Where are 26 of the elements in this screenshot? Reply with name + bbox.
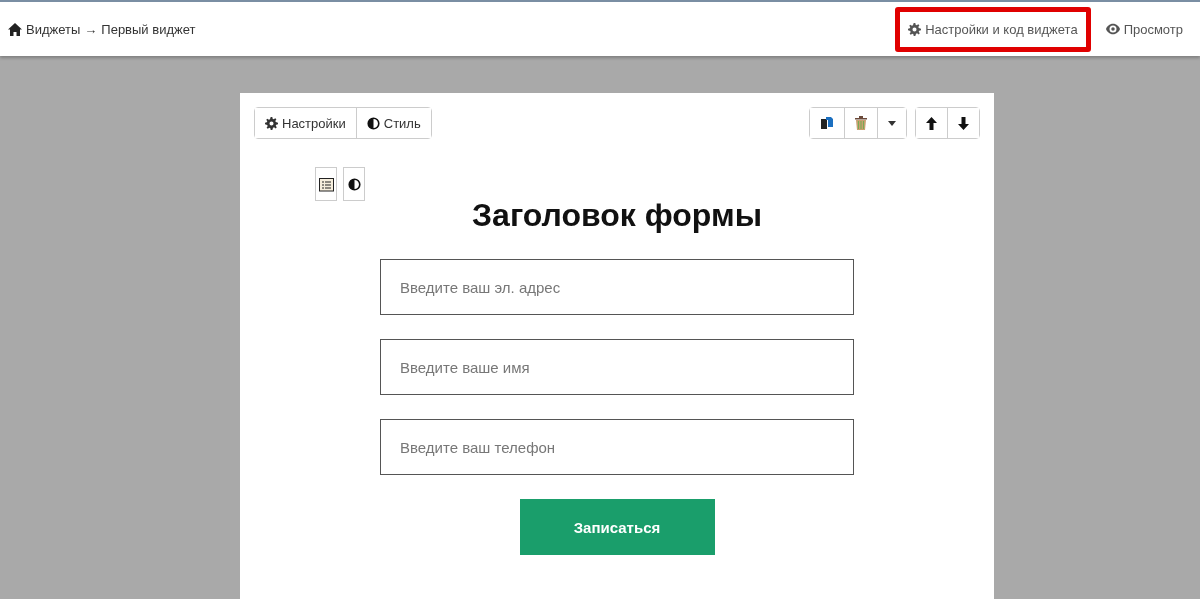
breadcrumb-current: Первый виджет <box>101 21 196 37</box>
contrast-icon <box>366 116 380 130</box>
copy-button[interactable] <box>810 108 845 138</box>
form-title: Заголовок формы <box>471 197 763 234</box>
gear-icon <box>908 22 922 36</box>
copy-icon <box>820 116 834 130</box>
contrast-icon <box>347 177 361 191</box>
form-style-button[interactable] <box>343 167 365 201</box>
move-up-button[interactable] <box>916 108 948 138</box>
header-link[interactable]: Настройки и код виджета <box>895 6 1091 52</box>
form-settings-button[interactable] <box>315 167 337 201</box>
list-icon <box>318 176 334 192</box>
caret-icon <box>888 120 896 126</box>
eye-icon <box>1105 23 1120 35</box>
gear-icon <box>265 116 278 130</box>
arrow-down-icon <box>958 116 969 130</box>
toolbar-tab[interactable]: Настройки <box>255 108 357 138</box>
breadcrumb-link[interactable]: Виджеты <box>26 21 81 37</box>
breadcrumb-separator: → <box>84 21 98 37</box>
arrow-up-icon <box>926 116 937 130</box>
trash-icon <box>855 116 867 130</box>
input-field[interactable]: Введите ваше имя <box>380 339 854 395</box>
input-field[interactable]: Введите ваш телефон <box>380 419 854 475</box>
home-icon <box>8 22 22 36</box>
input-field[interactable]: Введите ваш эл. адрес <box>380 259 854 315</box>
header-link[interactable]: Просмотр <box>1092 6 1196 52</box>
